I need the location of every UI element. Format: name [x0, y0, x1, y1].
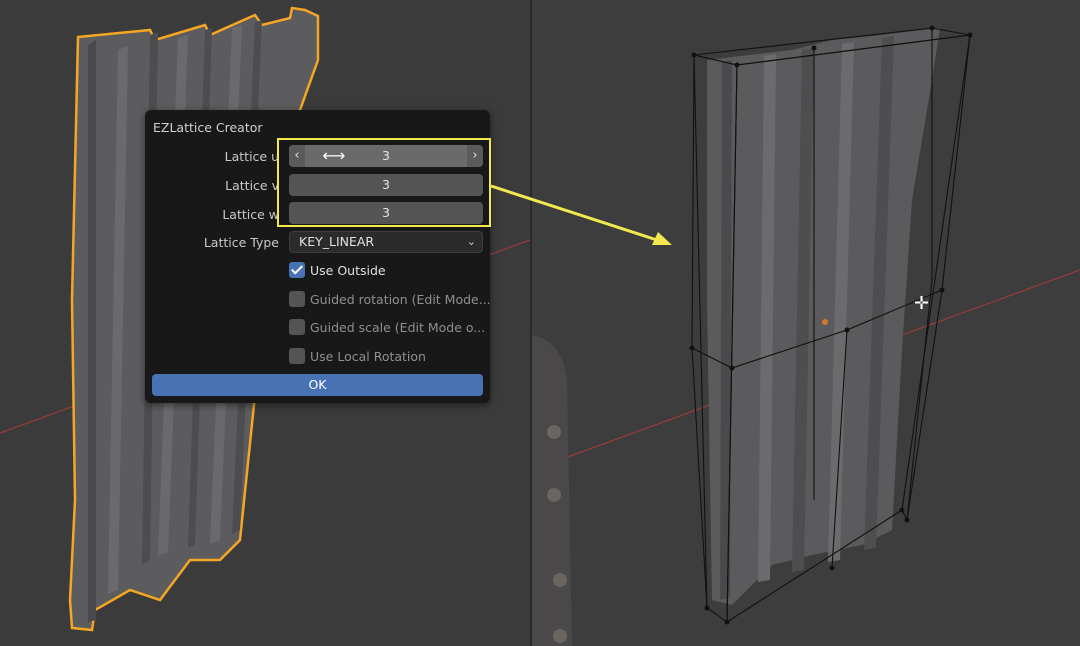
use-outside-label: Use Outside: [310, 263, 386, 278]
lattice-v-label: Lattice v: [225, 178, 279, 193]
ok-button[interactable]: OK: [152, 374, 483, 396]
chevron-down-icon: ⌄: [466, 235, 476, 248]
guided-rotation-label: Guided rotation (Edit Mode...: [310, 292, 491, 307]
lattice-type-label: Lattice Type: [203, 235, 279, 250]
annotation-highlight-box: [277, 138, 491, 227]
use-outside-checkbox[interactable]: [289, 262, 305, 278]
lattice-type-dropdown[interactable]: KEY_LINEAR ⌄: [289, 231, 483, 253]
guided-rotation-checkbox[interactable]: [289, 291, 305, 307]
use-local-rotation-checkbox[interactable]: [289, 348, 305, 364]
viewport-left[interactable]: EZLattice Creator Lattice u ‹ ⟷ 3 › Latt…: [0, 0, 530, 646]
lattice-w-label: Lattice w: [222, 207, 279, 222]
right-scene: [532, 25, 1080, 646]
dialog-title: EZLattice Creator: [153, 120, 263, 135]
use-local-rotation-label: Use Local Rotation: [310, 349, 426, 364]
guided-scale-checkbox[interactable]: [289, 319, 305, 335]
lattice-type-value: KEY_LINEAR: [299, 234, 375, 249]
origin-point: [822, 319, 828, 325]
viewport-right[interactable]: [532, 0, 1080, 646]
lattice-u-label: Lattice u: [224, 149, 279, 164]
guided-scale-label: Guided scale (Edit Mode o...: [310, 320, 486, 335]
crosshair-cursor-icon: ✛: [914, 293, 930, 314]
